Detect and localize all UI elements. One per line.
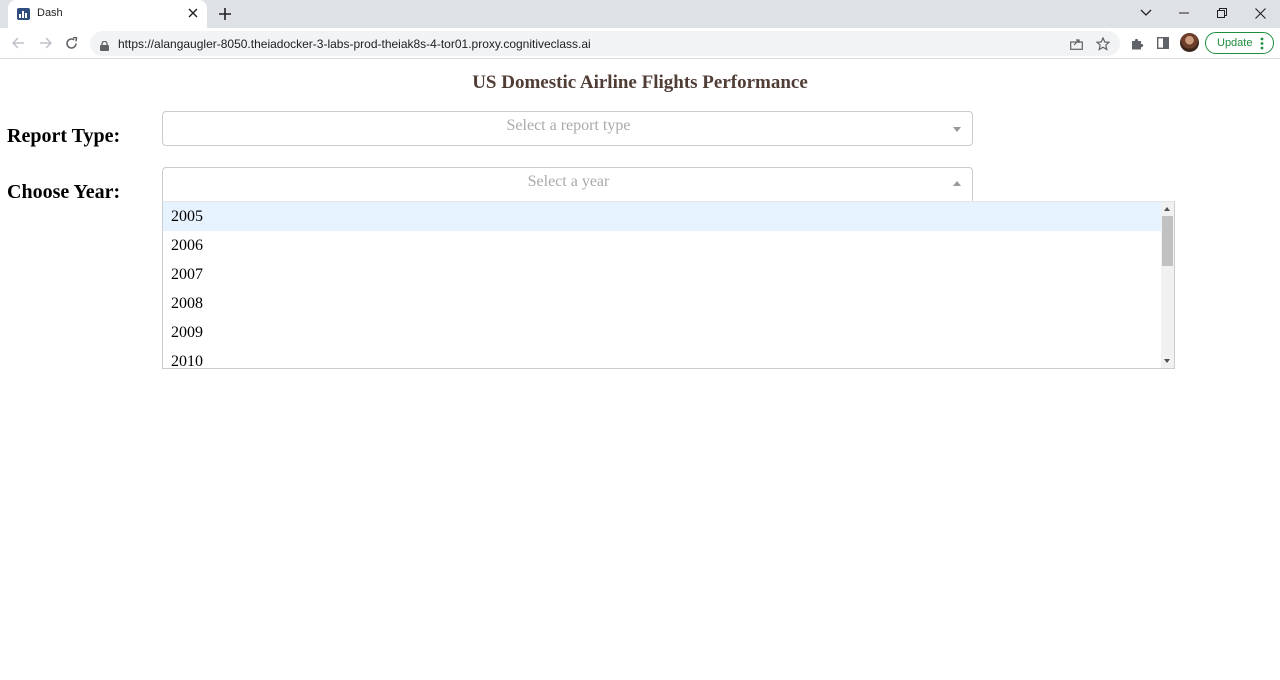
lock-icon[interactable] (100, 38, 109, 51)
scroll-up-icon[interactable] (1164, 207, 1170, 211)
tab-title: Dash (37, 7, 63, 19)
chevron-down-icon[interactable] (1135, 3, 1157, 23)
choose-year-label: Choose Year: (7, 181, 121, 203)
report-type-label: Report Type: (7, 125, 121, 147)
caret-up-icon[interactable] (953, 181, 961, 186)
scroll-down-icon[interactable] (1164, 359, 1170, 363)
scroll-thumb[interactable] (1162, 216, 1173, 266)
bar-chart-icon (17, 8, 30, 20)
close-icon[interactable] (1249, 3, 1271, 23)
year-option[interactable]: 2006 (163, 231, 1162, 260)
arrow-right-icon[interactable] (35, 33, 55, 53)
update-button-label: Update (1217, 37, 1253, 49)
year-option[interactable]: 2008 (163, 289, 1162, 318)
reload-icon[interactable] (61, 33, 81, 53)
update-button[interactable]: Update (1205, 32, 1274, 54)
arrow-left-icon[interactable] (8, 33, 28, 53)
year-options-menu[interactable]: 2005 2006 2007 2008 2009 2010 (162, 201, 1175, 369)
profile-avatar[interactable] (1180, 33, 1199, 52)
kebab-icon[interactable] (1260, 37, 1264, 50)
year-option[interactable]: 2007 (163, 260, 1162, 289)
url-text[interactable]: https://alangaugler-8050.theiadocker-3-l… (118, 37, 591, 51)
year-dropdown[interactable]: Select a year (162, 167, 973, 202)
year-option[interactable]: 2009 (163, 318, 1162, 347)
year-option[interactable]: 2010 (163, 347, 1162, 368)
report-type-placeholder: Select a report type (506, 117, 631, 134)
address-bar[interactable]: https://alangaugler-8050.theiadocker-3-l… (90, 31, 1120, 56)
year-placeholder: Select a year (527, 173, 610, 190)
restore-icon[interactable] (1211, 3, 1233, 23)
caret-down-icon[interactable] (953, 127, 961, 132)
star-icon[interactable] (1094, 35, 1112, 53)
puzzle-icon[interactable] (1127, 33, 1147, 53)
page-title: US Domestic Airline Flights Performance (472, 72, 808, 93)
plus-icon[interactable] (215, 4, 235, 24)
browser-toolbar: https://alangaugler-8050.theiadocker-3-l… (0, 28, 1280, 59)
side-panel-icon[interactable] (1153, 33, 1173, 53)
share-icon[interactable] (1067, 35, 1085, 53)
menu-scrollbar[interactable] (1161, 202, 1174, 368)
close-icon[interactable] (184, 4, 202, 22)
year-option[interactable]: 2005 (163, 202, 1162, 231)
minimize-icon[interactable] (1173, 3, 1195, 23)
report-type-dropdown[interactable]: Select a report type (162, 111, 973, 146)
browser-tab[interactable]: Dash (8, 0, 207, 28)
tab-strip: Dash (0, 0, 1280, 28)
